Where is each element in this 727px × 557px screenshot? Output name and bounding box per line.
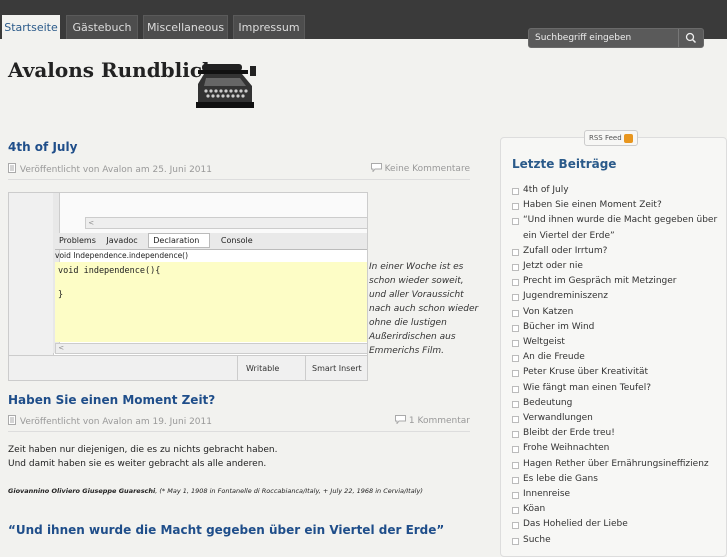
ide-code-line-2: }	[58, 290, 64, 300]
list-item[interactable]: “Und ihnen wurde die Macht gegeben über …	[512, 213, 724, 243]
search-button[interactable]	[678, 29, 703, 47]
quote-details: , (* May 1, 1908 in Fontanelle di Roccab…	[155, 487, 423, 495]
comment-icon	[395, 415, 407, 425]
document-icon	[8, 415, 16, 425]
list-item[interactable]: Peter Kruse über Kreativität	[512, 365, 724, 380]
rss-feed-link[interactable]: RSS Feed	[584, 130, 638, 146]
list-item[interactable]: Jetzt oder nie	[512, 259, 724, 274]
tab-miscellaneous[interactable]: Miscellaneous	[143, 15, 228, 39]
list-item[interactable]: Wie fängt man einen Teufel?	[512, 381, 724, 396]
comment-icon	[370, 163, 382, 173]
list-item[interactable]: Zufall oder Irrtum?	[512, 244, 724, 259]
post-title[interactable]: Haben Sie einen Moment Zeit?	[8, 393, 215, 407]
tab-impressum[interactable]: Impressum	[233, 15, 305, 39]
list-item[interactable]: Suche	[512, 533, 724, 548]
recent-posts-list: 4th of July Haben Sie einen Moment Zeit?…	[512, 183, 724, 548]
list-item[interactable]: Köan	[512, 502, 724, 517]
comments-count: 1 Kommentar	[408, 416, 470, 426]
ide-signature: void Independence.independence()	[55, 251, 189, 260]
search-box: Suchbegriff eingeben	[528, 28, 704, 48]
ide-tab-javadoc: Javadoc	[106, 236, 138, 245]
list-item[interactable]: Innenreise	[512, 487, 724, 502]
post-line: Zeit haben nur diejenigen, die es zu nic…	[8, 445, 278, 455]
list-item[interactable]: Jugendreminiszenz	[512, 289, 724, 304]
comments-count: Keine Kommentare	[384, 164, 470, 174]
list-item[interactable]: Hagen Rether über Ernährungsineffizienz	[512, 457, 724, 472]
ide-tab-console: Console	[220, 236, 253, 245]
post-meta: Veröffentlicht von Avalon am 25. Juni 20…	[8, 163, 470, 180]
list-item[interactable]: 4th of July	[512, 183, 724, 198]
list-item[interactable]: An die Freude	[512, 350, 724, 365]
ide-tab-declaration: Declaration	[148, 233, 211, 248]
post-quote: Giovannino Oliviero Giuseppe Guareschi, …	[8, 484, 423, 498]
typewriter-logo	[196, 64, 256, 108]
search-icon	[685, 32, 697, 44]
search-input[interactable]: Suchbegriff eingeben	[535, 29, 631, 48]
list-item[interactable]: Das Hohelied der Liebe	[512, 517, 724, 532]
post-date: Veröffentlicht von Avalon am 25. Juni 20…	[19, 165, 212, 175]
tab-gaestebuch[interactable]: Gästebuch	[66, 15, 138, 39]
post-title[interactable]: “Und ihnen wurde die Macht gegeben über …	[8, 523, 444, 537]
list-item[interactable]: Verwandlungen	[512, 411, 724, 426]
post-title[interactable]: 4th of July	[8, 140, 77, 154]
comments-link[interactable]: Keine Kommentare	[370, 163, 470, 174]
list-item[interactable]: Bücher im Wind	[512, 320, 724, 335]
site-title[interactable]: Avalons Rundblick	[8, 58, 216, 82]
list-item[interactable]: Von Katzen	[512, 305, 724, 320]
ide-tab-problems: Problems	[59, 236, 96, 245]
document-icon	[8, 163, 16, 173]
list-item[interactable]: Es lebe die Gans	[512, 472, 724, 487]
eclipse-screenshot: < Problems Javadoc Declaration Console v…	[8, 192, 368, 381]
post-meta: Veröffentlicht von Avalon am 19. Juni 20…	[8, 415, 470, 432]
tab-startseite[interactable]: Startseite	[2, 15, 60, 39]
list-item[interactable]: Bedeutung	[512, 396, 724, 411]
list-item[interactable]: Weltgeist	[512, 335, 724, 350]
list-item[interactable]: Frohe Weihnachten	[512, 441, 724, 456]
rss-icon	[623, 133, 633, 143]
list-item[interactable]: Haben Sie einen Moment Zeit?	[512, 198, 724, 213]
post-caption: In einer Woche ist es schon wieder sowei…	[369, 262, 479, 356]
rss-label: RSS Feed	[589, 134, 622, 142]
post-line: Und damit haben sie es weiter gebracht a…	[8, 459, 267, 469]
list-item[interactable]: Precht im Gespräch mit Metzinger	[512, 274, 724, 289]
comments-link[interactable]: 1 Kommentar	[395, 415, 470, 426]
quote-author: Giovannino Oliviero Giuseppe Guareschi	[8, 487, 156, 495]
ide-status-insert: Smart Insert	[305, 356, 367, 380]
ide-status-writable: Writable	[237, 356, 305, 380]
post-body: Zeit haben nur diejenigen, die es zu nic…	[8, 443, 277, 471]
list-item[interactable]: Bleibt der Erde treu!	[512, 426, 724, 441]
post-date: Veröffentlicht von Avalon am 19. Juni 20…	[19, 417, 212, 427]
sidebar-title: Letzte Beiträge	[512, 157, 617, 171]
ide-code-line-1: void independence(){	[58, 266, 161, 276]
